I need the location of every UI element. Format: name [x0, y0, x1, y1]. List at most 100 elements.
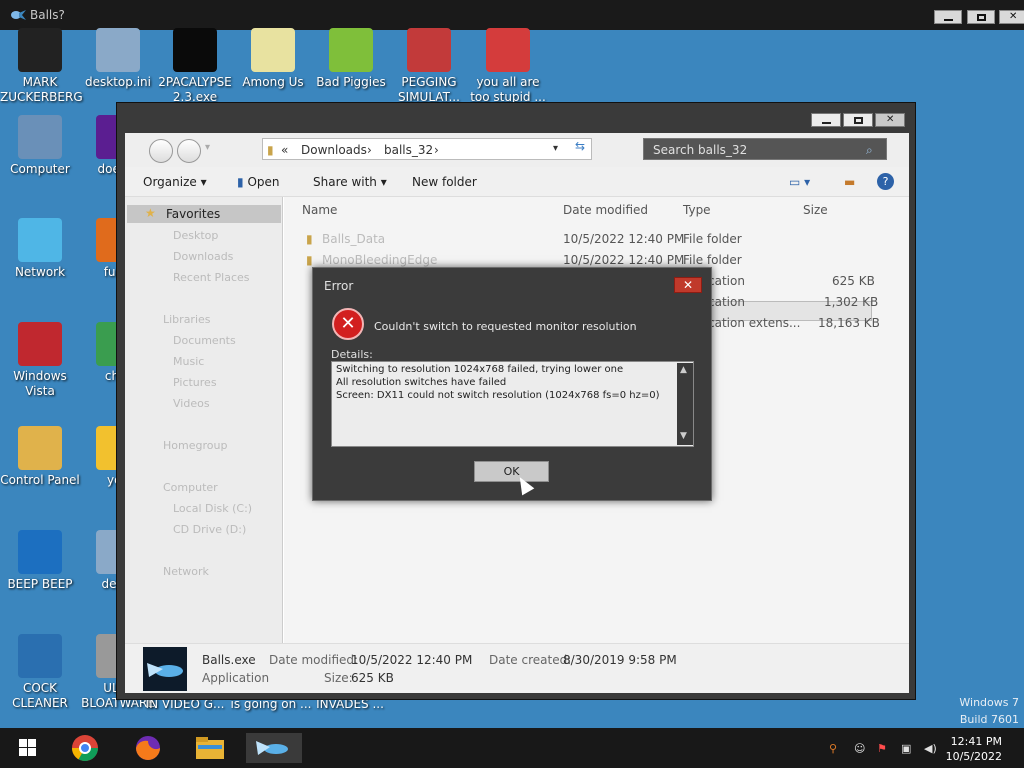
scroll-up-icon[interactable]: ▲ — [680, 365, 687, 375]
minimize-button[interactable] — [934, 10, 962, 24]
back-button[interactable] — [149, 139, 173, 163]
sidebar-computer[interactable]: Computer — [163, 481, 218, 494]
organize-button[interactable]: Organize ▾ — [143, 175, 207, 189]
scroll-down-icon[interactable]: ▼ — [680, 431, 687, 441]
cock-cleaner-icon — [18, 634, 62, 678]
volume-icon[interactable]: ◀) — [924, 742, 937, 755]
explorer-minimize-button[interactable] — [811, 113, 841, 127]
forward-button[interactable] — [177, 139, 201, 163]
open-button[interactable]: ▮ Open — [237, 175, 280, 189]
new-folder-button[interactable]: New folder — [412, 175, 477, 189]
bad-piggies-icon — [329, 28, 373, 72]
status-size: 625 KB — [351, 671, 394, 685]
sidebar-libraries[interactable]: Libraries — [163, 313, 211, 326]
balls-taskbar-icon[interactable] — [246, 733, 302, 763]
sidebar-item-videos[interactable]: Videos — [173, 397, 210, 410]
history-dropdown-icon[interactable]: ▾ — [205, 142, 210, 153]
desktop-icon-pegging[interactable]: PEGGING SIMULAT... — [389, 28, 469, 105]
column-name[interactable]: Name — [302, 203, 337, 217]
balls-app-icon — [10, 9, 26, 21]
view-options-icon[interactable]: ▭ ▾ — [789, 175, 810, 189]
address-bar[interactable]: ▮ « Downloads › balls_32 › ▾ — [262, 138, 592, 160]
breadcrumb-downloads[interactable]: Downloads — [301, 143, 367, 157]
sidebar-item-recent-places[interactable]: Recent Places — [173, 271, 250, 284]
firefox-icon[interactable] — [126, 733, 170, 763]
2pac-icon — [173, 28, 217, 72]
preview-pane-icon[interactable]: ▬ — [844, 175, 855, 189]
address-dropdown-icon[interactable]: ▾ — [553, 143, 558, 154]
search-icon: ⌕ — [866, 143, 873, 157]
desktop-icon-bad-piggies[interactable]: Bad Piggies — [311, 28, 391, 90]
desktop-icon-computer[interactable]: Computer — [0, 115, 80, 177]
taskbar-clock[interactable]: 12:41 PM 10/5/2022 — [946, 734, 1002, 764]
desktop-icon-label: Control Panel — [0, 473, 80, 487]
details-label: Details: — [331, 348, 373, 361]
network-tray-icon[interactable]: ▣ — [901, 742, 914, 755]
explorer-close-button[interactable]: ✕ — [875, 113, 905, 127]
star-icon: ★ — [145, 206, 156, 220]
desktop-icon-cock-cleaner[interactable]: COCK CLEANER — [0, 634, 80, 711]
sidebar-item-cd-drive[interactable]: CD Drive (D:) — [173, 523, 246, 536]
desktop-icon-network[interactable]: Network — [0, 218, 80, 280]
sidebar-item-downloads[interactable]: Downloads — [173, 250, 233, 263]
desktop-icon-label: Computer — [10, 162, 70, 176]
search-input[interactable]: Search balls_32 ⌕ — [643, 138, 887, 160]
status-date-modified-label: Date modified: — [269, 653, 359, 667]
chrome-icon[interactable] — [63, 733, 107, 763]
desktop-icon-label: Among Us — [242, 75, 304, 89]
share-with-button[interactable]: Share with ▾ — [313, 175, 387, 189]
desktop-icon-recycle[interactable]: Windows Vista — [0, 322, 80, 399]
status-file-type: Application — [202, 671, 270, 685]
sidebar-item-documents[interactable]: Documents — [173, 334, 236, 347]
desktop-icon-label: Windows Vista — [13, 369, 67, 398]
breadcrumb-balls32[interactable]: balls_32 — [384, 143, 433, 157]
column-size[interactable]: Size — [803, 203, 828, 217]
start-button[interactable] — [8, 733, 52, 763]
desktop-icon-label: PEGGING SIMULAT... — [398, 75, 460, 104]
desktop-icon-beep[interactable]: BEEP BEEP — [0, 530, 80, 592]
dialog-close-button[interactable]: ✕ — [674, 277, 702, 293]
close-button[interactable]: ✕ — [999, 10, 1024, 24]
desktop-icon-you-all[interactable]: you all are too stupid ... — [468, 28, 548, 105]
emoji-tray-icon[interactable]: ☺ — [854, 742, 867, 755]
refresh-icon[interactable]: ⇆ — [569, 139, 591, 159]
status-date-modified: 10/5/2022 12:40 PM — [351, 653, 473, 667]
desktop-icon-label: MARK ZUCKERBERG — [0, 75, 83, 104]
command-bar: Organize ▾ ▮ Open Share with ▾ New folde… — [125, 167, 909, 197]
details-textbox[interactable]: Switching to resolution 1024x768 failed,… — [331, 361, 694, 447]
desktop-icon-mark[interactable]: MARK ZUCKERBERG — [0, 28, 83, 105]
details-scrollbar[interactable]: ▲ ▼ — [677, 363, 693, 445]
sidebar-item-pictures[interactable]: Pictures — [173, 376, 217, 389]
ok-button[interactable]: OK — [474, 461, 549, 482]
sidebar-item-desktop[interactable]: Desktop — [173, 229, 218, 242]
maximize-button[interactable] — [967, 10, 995, 24]
file-explorer-icon[interactable] — [188, 733, 232, 763]
help-icon[interactable]: ? — [877, 173, 894, 190]
column-type[interactable]: Type — [683, 203, 711, 217]
desktop-icon-label: COCK CLEANER — [12, 681, 68, 710]
status-size-label: Size: — [324, 671, 353, 685]
sidebar-favorites[interactable]: ★ Favorites — [127, 205, 281, 223]
recycle-icon — [18, 322, 62, 366]
desktop-icon-label: you all are too stupid ... — [470, 75, 546, 104]
taskbar: ⚲ ☺ ⚑ ▣ ◀) 12:41 PM 10/5/2022 — [0, 728, 1024, 768]
sidebar-network[interactable]: Network — [163, 565, 209, 578]
network-icon — [18, 218, 62, 262]
sidebar-item-music[interactable]: Music — [173, 355, 204, 368]
details-pane: Balls.exe Application Date modified: 10/… — [125, 643, 909, 693]
desktop-icon-among-us[interactable]: Among Us — [233, 28, 313, 90]
desktop-icon-control-panel[interactable]: Control Panel — [0, 426, 80, 488]
desktop-ini-icon — [96, 28, 140, 72]
dialog-message: Couldn't switch to requested monitor res… — [374, 320, 637, 333]
mark-icon — [18, 28, 62, 72]
dialog-title: Error — [324, 279, 354, 293]
sidebar-homegroup[interactable]: Homegroup — [163, 439, 227, 452]
action-center-icon[interactable]: ⚑ — [877, 742, 890, 755]
column-date-modified[interactable]: Date modified — [563, 203, 648, 217]
search-tray-icon[interactable]: ⚲ — [829, 742, 842, 755]
explorer-maximize-button[interactable] — [843, 113, 873, 127]
sidebar-item-local-disk[interactable]: Local Disk (C:) — [173, 502, 252, 515]
details-line: Switching to resolution 1024x768 failed,… — [336, 364, 624, 375]
desktop-icon-2pac[interactable]: 2PACALYPSE 2.3.exe — [155, 28, 235, 105]
desktop-icon-desktop-ini[interactable]: desktop.ini — [78, 28, 158, 90]
